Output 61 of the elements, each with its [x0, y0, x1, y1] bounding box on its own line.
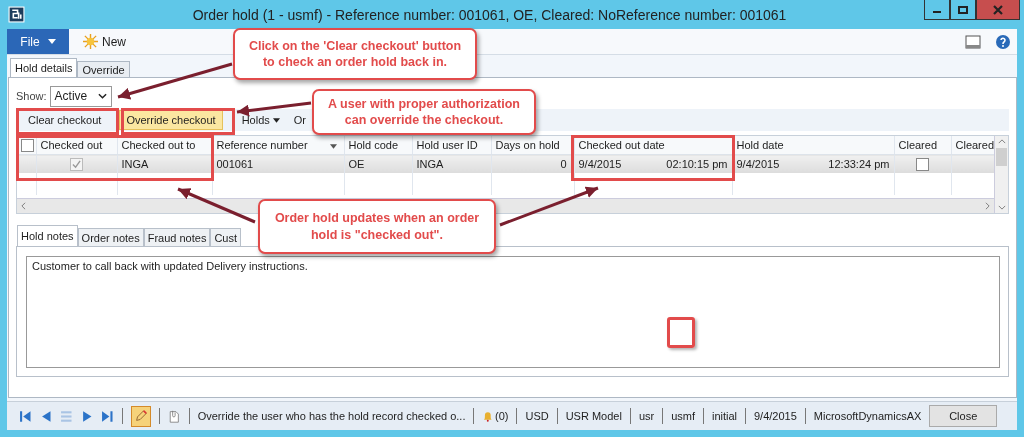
minimize-button[interactable]	[924, 0, 950, 20]
alerts-count: (0)	[495, 409, 509, 424]
callout-tooltip: Click on the 'Clear checkout' button to check an order hold back in.	[233, 28, 477, 80]
holds-menu-button[interactable]: Holds	[233, 110, 284, 130]
file-menu-button[interactable]: File	[7, 29, 69, 54]
edit-button[interactable]	[130, 405, 152, 427]
attachment-icon[interactable]	[168, 409, 181, 423]
notes-field[interactable]: Customer to call back with updated Delivery instructions.	[26, 256, 1000, 368]
status-field: usmf	[671, 408, 695, 424]
callout-tooltip: Order hold updates when an order hold is "checked out".	[258, 199, 496, 254]
status-field: USD	[525, 408, 549, 424]
sort-caret-icon	[329, 144, 337, 149]
status-field: usr	[638, 408, 655, 424]
scrollbar-thumb[interactable]	[996, 148, 1007, 166]
maximize-icon	[957, 3, 969, 16]
first-record-icon[interactable]	[19, 409, 32, 423]
highlight-box	[667, 317, 695, 348]
next-record-icon[interactable]	[80, 409, 94, 423]
chevron-down-icon	[97, 93, 107, 99]
close-form-button[interactable]: Close	[929, 405, 998, 427]
caret-icon	[47, 39, 56, 44]
previous-record-icon[interactable]	[39, 409, 53, 423]
tab[interactable]: Fraud notes	[143, 228, 211, 246]
show-label: Show:	[16, 90, 47, 102]
scroll-up-icon[interactable]	[997, 139, 1006, 144]
sun-icon	[83, 34, 98, 49]
date-text: 9/4/2015	[736, 158, 780, 170]
time-text: 12:33:24 pm	[828, 158, 890, 170]
status-field: MicrosoftDynamicsAX	[813, 408, 922, 424]
scroll-right-icon[interactable]	[985, 202, 990, 210]
show-dropdown[interactable]: Active	[49, 85, 112, 107]
status-field: 9/4/2015	[754, 408, 797, 424]
action-button[interactable]: Or	[289, 110, 310, 130]
status-field: initial	[711, 408, 737, 424]
status-help-text: Override the user who has the hold record checked o...	[197, 409, 466, 424]
time-text: 02:10:15 pm	[666, 158, 728, 170]
tab[interactable]: Override	[77, 61, 130, 77]
action-button[interactable]: Clear checkout	[20, 110, 110, 130]
pencil-icon	[133, 409, 148, 423]
close-icon	[992, 3, 1004, 16]
tab[interactable]: Cust	[210, 228, 241, 246]
tab[interactable]: Hold notes	[17, 225, 78, 246]
scroll-down-icon[interactable]	[997, 205, 1006, 210]
last-record-icon[interactable]	[101, 409, 114, 423]
date-text: 9/4/2015	[578, 158, 622, 170]
select-all-checkbox[interactable]	[21, 138, 34, 152]
callout-tooltip: A user with proper authorization can override the checkout.	[312, 89, 536, 135]
cleared-checkbox[interactable]	[916, 157, 929, 171]
caret-icon	[272, 117, 280, 123]
window-title: Order hold (1 - usmf) - Reference number: 001061, OE, Cleared: NoReference number: 001061	[191, 6, 788, 23]
help-icon[interactable]	[995, 33, 1011, 50]
column-header[interactable]: Hold date	[736, 139, 784, 151]
maximize-button[interactable]	[950, 0, 976, 20]
layout-icon[interactable]	[965, 33, 981, 50]
new-button[interactable]: New	[83, 34, 126, 49]
tab[interactable]: Order notes	[77, 228, 144, 246]
scroll-left-icon[interactable]	[21, 202, 26, 210]
minimize-icon	[933, 11, 941, 13]
tab[interactable]: Hold details	[10, 58, 78, 77]
app-icon	[8, 6, 25, 23]
status-field: USR Model	[565, 408, 622, 424]
